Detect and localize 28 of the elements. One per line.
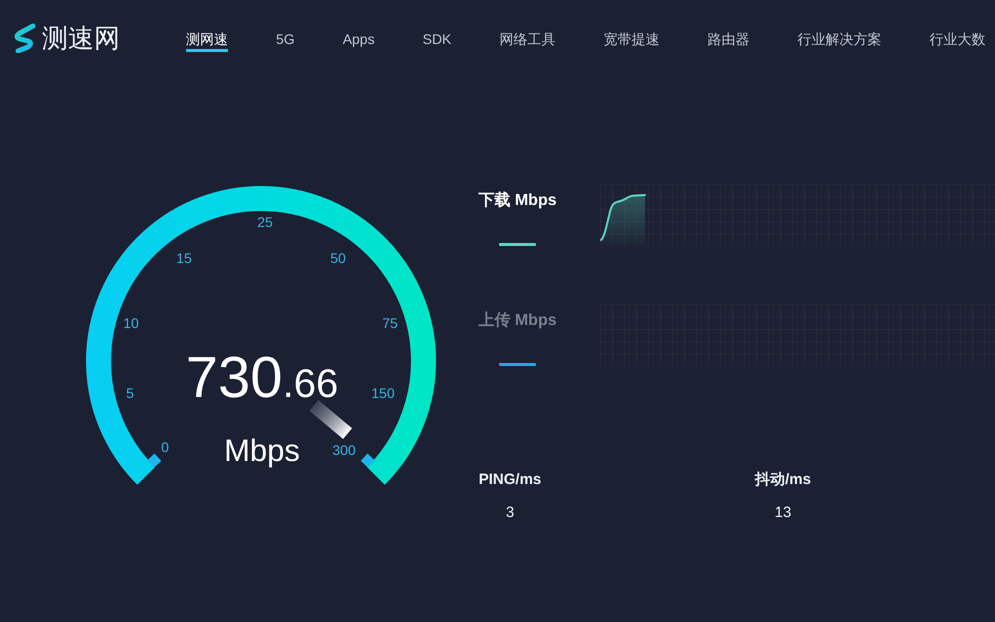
metric-value: 13	[774, 503, 792, 523]
nav-tab[interactable]: Apps	[342, 24, 375, 52]
gauge-tick-label: 25	[257, 214, 273, 230]
gauge-tick-label: 150	[371, 385, 395, 401]
trace-label: 下载 Mbps	[478, 190, 557, 211]
speed-sparkline	[600, 191, 646, 245]
nav-tab[interactable]: 测网速	[186, 24, 228, 52]
nav-tab[interactable]: 行业解决方案	[797, 24, 882, 52]
nav-tab[interactable]: 网络工具	[499, 24, 556, 52]
gauge-tick-label: 10	[123, 315, 139, 331]
speed-value: 730.66	[186, 357, 338, 399]
gauge-tick-label: 0	[161, 439, 169, 455]
nav-tab[interactable]: 行业大数	[929, 24, 986, 52]
metric-label: PING/ms	[478, 470, 542, 490]
nav-tab[interactable]: SDK	[422, 24, 452, 52]
gauge-tick-label: 15	[176, 250, 192, 266]
gauge-tick-label: 50	[330, 250, 346, 266]
speed-unit: Mbps	[224, 433, 300, 468]
metric-label: 抖动/ms	[755, 470, 811, 490]
nav-tab[interactable]: 宽带提速	[603, 24, 660, 52]
logo-text: 测速网	[42, 22, 120, 54]
nav-tab[interactable]: 5G	[276, 24, 295, 52]
metric-value: 3	[506, 503, 514, 523]
nav-tab[interactable]: 路由器	[707, 24, 750, 52]
gauge-tick-label: 75	[382, 315, 398, 331]
gauge-tick-label: 5	[126, 385, 134, 401]
gauge-tick-label: 300	[332, 442, 356, 458]
trace-label: 上传 Mbps	[478, 310, 557, 331]
